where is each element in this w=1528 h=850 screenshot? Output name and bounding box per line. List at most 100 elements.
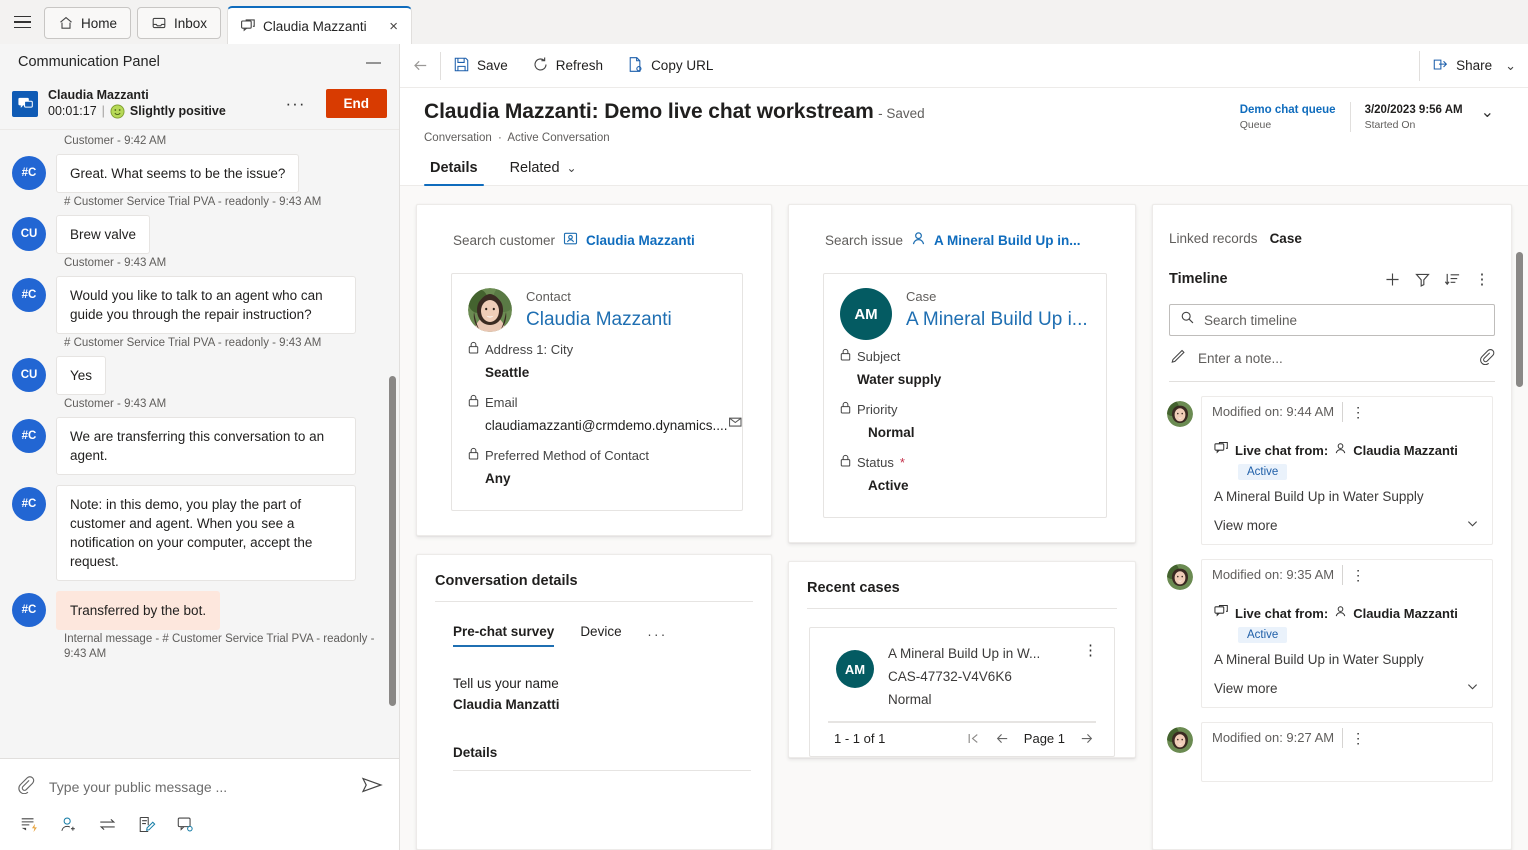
filter-icon[interactable] [1407,264,1437,294]
message-composer [0,758,399,850]
first-page-icon[interactable] [966,731,981,746]
close-icon[interactable]: × [385,17,403,35]
tab-details[interactable]: Details [424,154,484,186]
timeline-item-box: Modified on: 9:35 AM ⋮ Live chat from: C… [1201,559,1493,708]
field-value: claudiamazzanti@crmdemo.dynamics.... [468,413,742,439]
home-icon [58,15,74,31]
breadcrumb-entity[interactable]: Conversation [424,132,492,144]
tab-claudia-mazzanti[interactable]: Claudia Mazzanti × [227,6,412,44]
recent-case-text: A Mineral Build Up in W... CAS-47732-V4V… [888,642,1065,711]
minimize-icon[interactable]: — [362,54,385,71]
hamburger-icon[interactable] [0,0,44,44]
field-value: Active [840,473,1090,499]
copy-url-button[interactable]: Copy URL [615,47,725,85]
chevron-down-icon[interactable]: ⌄ [567,161,577,175]
avatar [1167,401,1193,427]
chevron-down-icon[interactable] [1465,679,1480,697]
quick-reply-icon[interactable] [20,815,39,834]
transfer-icon[interactable] [98,815,117,834]
search-customer-row: Search customer Claudia Mazzanti [417,205,771,249]
field-label: Subject [840,347,1090,367]
recent-cases-card: Recent cases AM A Mineral Build Up in W.… [788,561,1136,758]
tab-inbox[interactable]: Inbox [137,7,222,39]
timeline-item-description: A Mineral Build Up in Water Supply [1214,652,1424,667]
timeline-view-more[interactable]: View more [1214,516,1480,534]
consult-icon[interactable] [59,815,78,834]
field-label-text: Preferred Method of Contact [485,448,650,463]
timeline-item-from: Live chat from: Claudia Mazzanti [1214,604,1480,622]
tab-home[interactable]: Home [44,7,132,39]
field-subject: Subject Water supply [840,347,1090,393]
sort-icon[interactable] [1437,264,1467,294]
prev-page-icon[interactable] [995,731,1010,746]
communication-panel: Communication Panel — Claudia Mazzanti 0… [0,44,400,850]
tab-active-label: Claudia Mazzanti [263,18,367,34]
message-bubble: Note: in this demo, you play the part of… [56,485,356,581]
contact-name-link[interactable]: Claudia Mazzanti [526,306,672,333]
details-section-header: Details [453,745,498,760]
breadcrumb-form[interactable]: Active Conversation [507,132,609,144]
next-page-icon[interactable] [1079,731,1094,746]
back-arrow-icon[interactable] [400,56,440,75]
field-label: Priority [840,400,1090,420]
tab-related[interactable]: Related ⌄ [504,154,583,185]
field-label-text: Subject [857,349,901,364]
lock-icon [468,393,479,413]
timeline-items: Modified on: 9:44 AM ⋮ Live chat from: C… [1153,382,1511,782]
case-name-link[interactable]: A Mineral Build Up i... [906,306,1088,333]
add-icon[interactable] [1377,264,1407,294]
tab-pre-chat-survey[interactable]: Pre-chat survey [453,624,555,647]
linked-conversation-icon[interactable] [176,815,195,834]
header-fields: Demo chat queue Queue 3/20/2023 9:56 AM … [1226,98,1504,132]
send-icon[interactable] [361,774,383,801]
linked-records-value[interactable]: Case [1270,231,1302,246]
timeline-view-more[interactable]: View more [1214,679,1480,697]
main-scrollbar[interactable] [1516,252,1523,387]
search-customer-value[interactable]: Claudia Mazzanti [563,231,695,249]
message-input[interactable] [49,779,347,795]
chat-scrollbar[interactable] [389,376,396,706]
message-meta: # Customer Service Trial PVA - readonly … [64,337,322,349]
conversation-details-title: Conversation details [435,573,578,589]
conversation-more-icon[interactable]: ··· [276,94,316,114]
field-label-text: Email [485,395,518,410]
header-field-queue[interactable]: Demo chat queue Queue [1226,102,1350,132]
app-root: Home Inbox Claudia Mazzanti × Communicat… [0,0,1528,850]
timeline-item-person[interactable]: Claudia Mazzanti [1353,443,1458,458]
chevron-down-icon[interactable] [1465,516,1480,534]
timeline-item-person[interactable]: Claudia Mazzanti [1353,606,1458,621]
timeline-item[interactable]: Modified on: 9:35 AM ⋮ Live chat from: C… [1153,545,1511,708]
chat-transcript[interactable]: Customer - 9:42 AM #C Great. What seems … [0,130,399,758]
timeline-note-row[interactable]: Enter a note... [1169,336,1495,382]
more-commands-icon[interactable]: ⋮ [1467,264,1497,294]
email-icon[interactable] [728,413,745,439]
paperclip-icon[interactable] [1478,348,1495,370]
search-issue-value[interactable]: A Mineral Build Up in... [911,231,1081,249]
timeline-item[interactable]: Modified on: 9:27 AM ⋮ [1153,708,1511,782]
timeline-item-kebab-icon[interactable]: ⋮ [1343,730,1373,747]
timeline-search[interactable] [1169,304,1495,336]
paperclip-icon[interactable] [16,775,35,799]
timeline-item[interactable]: Modified on: 9:44 AM ⋮ Live chat from: C… [1153,390,1511,545]
save-button[interactable]: Save [441,47,520,85]
timeline-item-box: Modified on: 9:44 AM ⋮ Live chat from: C… [1201,396,1493,545]
header-field-value[interactable]: Demo chat queue [1240,102,1336,118]
search-issue-row: Search issue A Mineral Build Up in... [789,205,1135,249]
timeline-item-kebab-icon[interactable]: ⋮ [1343,567,1373,584]
chat-icon [1214,604,1229,622]
header-field-value: 3/20/2023 9:56 AM [1364,104,1463,116]
recent-case-kebab-icon[interactable]: ⋮ [1079,642,1102,660]
refresh-button[interactable]: Refresh [520,47,615,85]
search-timeline-input[interactable] [1204,312,1484,328]
end-conversation-button[interactable]: End [325,89,387,118]
chevron-down-icon[interactable]: ⌄ [1505,58,1516,74]
message-bubble: Yes [56,356,107,395]
tab-overflow-icon[interactable]: ... [648,624,668,647]
tab-device[interactable]: Device [580,624,621,647]
refresh-icon [532,56,549,76]
chevron-down-icon[interactable]: ⌄ [1477,102,1504,122]
recent-case-item[interactable]: AM A Mineral Build Up in W... CAS-47732-… [809,627,1115,757]
notes-icon[interactable] [137,815,156,834]
share-button[interactable]: Share ⌄ [1420,47,1528,85]
timeline-item-kebab-icon[interactable]: ⋮ [1343,404,1373,421]
